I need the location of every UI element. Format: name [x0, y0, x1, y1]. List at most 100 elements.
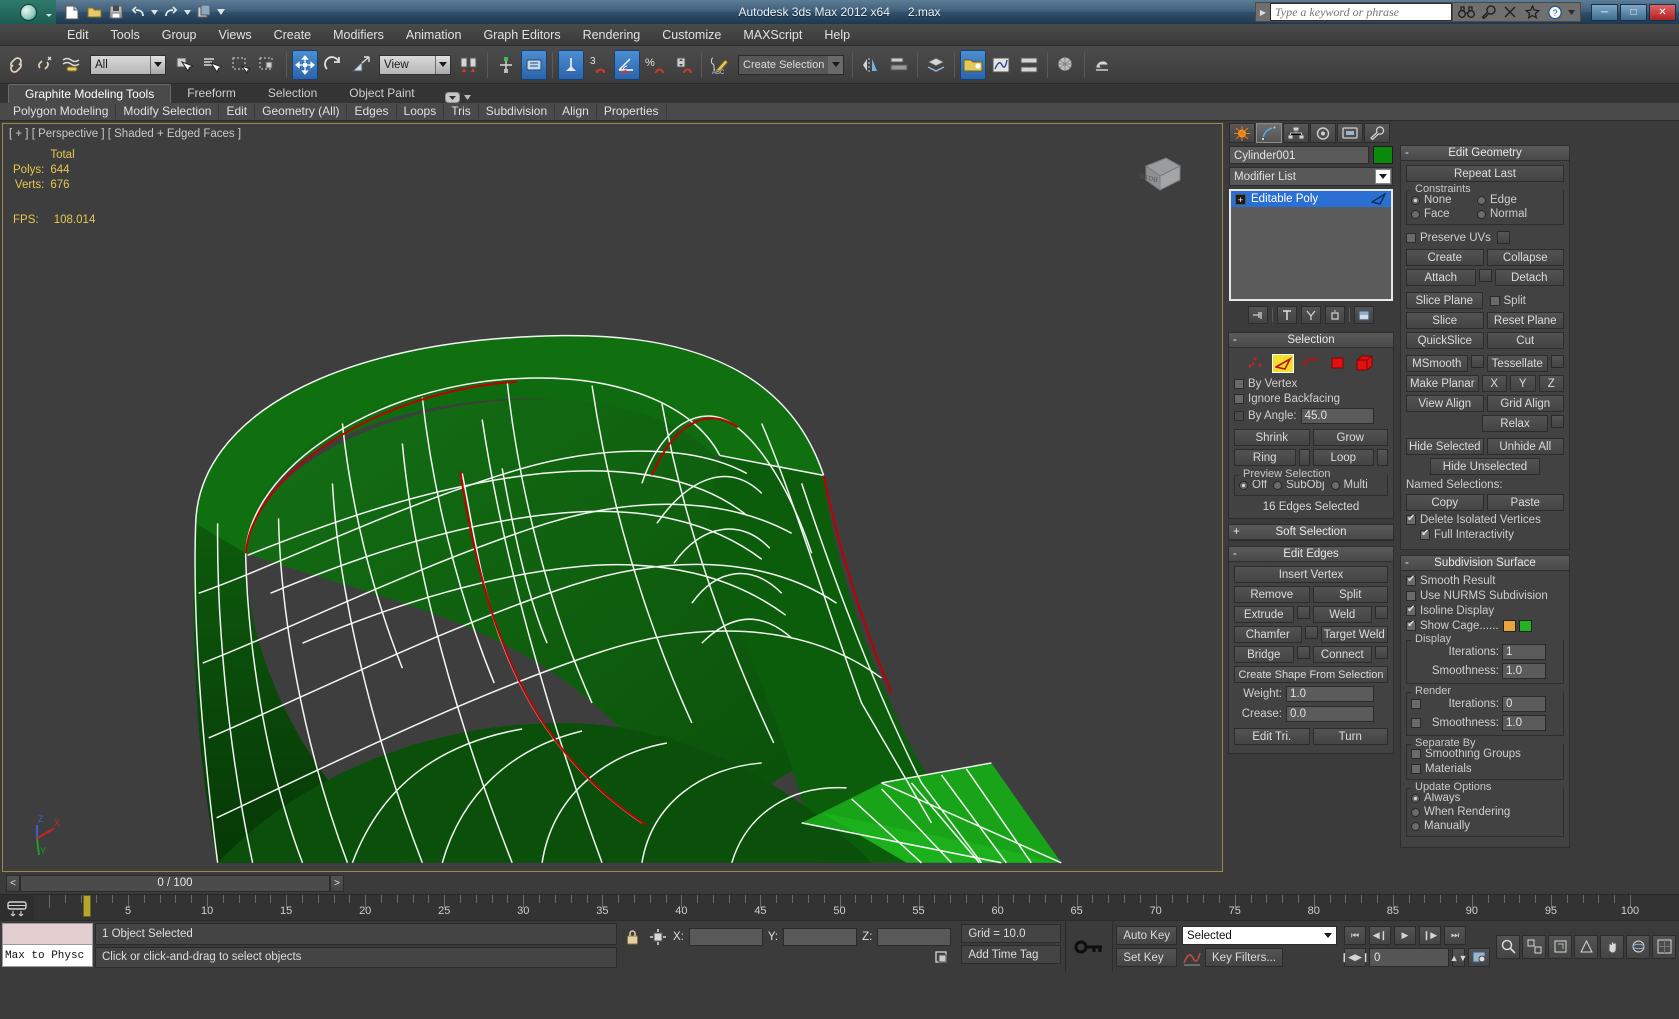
select-object-icon[interactable] [171, 50, 197, 80]
time-configuration-icon[interactable] [1468, 948, 1490, 967]
menu-item-maxscript[interactable]: MAXScript [732, 26, 813, 44]
edit-named-selection-icon[interactable]: ABC [707, 50, 733, 80]
relax-button[interactable]: Relax [1482, 415, 1548, 432]
ribbon-panel-polygon-modeling[interactable]: Polygon Modeling [6, 104, 117, 119]
preview-multi-radio-row[interactable]: Multi [1330, 479, 1368, 491]
preserve-uvs-checkbox[interactable] [1406, 232, 1416, 243]
key-mode-toggle-button[interactable]: ❙◀▶❙ [1341, 948, 1369, 967]
expand-icon[interactable]: + [1233, 526, 1240, 538]
z-field[interactable] [877, 928, 952, 946]
time-slider-thumb[interactable] [83, 895, 91, 917]
connect-settings-button[interactable] [1375, 646, 1388, 659]
constraint-face-row[interactable]: Face [1411, 208, 1467, 220]
pan-icon[interactable] [1600, 934, 1624, 959]
menu-item-edit[interactable]: Edit [56, 26, 100, 44]
preview-multi-radio[interactable] [1330, 480, 1340, 490]
menu-item-tools[interactable]: Tools [100, 26, 151, 44]
frame-spinner[interactable]: ▲▼ [1450, 948, 1467, 967]
grid-align-button[interactable]: Grid Align [1486, 395, 1564, 412]
binoculars-icon[interactable] [1457, 3, 1476, 21]
menu-item-animation[interactable]: Animation [395, 26, 473, 44]
extrude-settings-button[interactable] [1296, 606, 1310, 619]
bridge-button[interactable]: Bridge [1234, 646, 1294, 663]
repeat-last-button[interactable]: Repeat Last [1406, 165, 1564, 182]
ribbon-panel-modify-selection[interactable]: Modify Selection [116, 104, 220, 119]
ribbon-panel-align[interactable]: Align [555, 104, 597, 119]
undo-icon[interactable] [128, 2, 148, 22]
modifier-list-combo[interactable]: Modifier List [1229, 167, 1393, 186]
selection-filter-combo[interactable]: All [90, 54, 166, 75]
smooth-result-row[interactable]: Smooth Result [1406, 574, 1564, 587]
key-mode-toggle-icon[interactable] [931, 949, 951, 965]
remove-modifier-icon[interactable] [1325, 306, 1345, 324]
select-link-icon[interactable] [3, 50, 29, 80]
qat-dropdown-icon[interactable] [216, 2, 226, 22]
satellite-icon[interactable] [1501, 3, 1520, 21]
ring-button[interactable]: Ring [1234, 449, 1296, 466]
constraint-edge-radio[interactable] [1477, 195, 1486, 205]
use-nurms-checkbox[interactable] [1406, 591, 1416, 601]
cut-button[interactable]: Cut [1486, 332, 1564, 349]
key-filters-button[interactable]: Key Filters... [1205, 948, 1283, 967]
update-manually-radio[interactable] [1411, 821, 1420, 831]
target-weld-button[interactable]: Target Weld [1320, 626, 1388, 643]
utilities-tab-icon[interactable] [1364, 123, 1390, 143]
modifier-list-arrow-icon[interactable] [1375, 169, 1391, 184]
smooth-result-checkbox[interactable] [1406, 574, 1416, 586]
expand-icon[interactable]: + [1235, 193, 1246, 205]
weld-settings-button[interactable] [1375, 606, 1388, 619]
constraint-edge-row[interactable]: Edge [1477, 194, 1517, 206]
delete-isolated-row[interactable]: Delete Isolated Vertices [1406, 513, 1564, 526]
ribbon-panel-edges[interactable]: Edges [347, 104, 397, 119]
previous-frame-arrow[interactable]: < [6, 874, 20, 892]
msmooth-button[interactable]: MSmooth [1406, 355, 1468, 372]
slice-button[interactable]: Slice [1406, 312, 1484, 329]
show-cage-checkbox[interactable] [1406, 619, 1416, 631]
key-mode-combo[interactable]: Selected [1182, 926, 1337, 945]
select-by-name-icon[interactable] [199, 50, 225, 80]
crease-value[interactable]: 0.0 [1286, 706, 1374, 722]
tab-selection[interactable]: Selection [252, 84, 333, 103]
display-iterations-value[interactable]: 1 [1502, 644, 1546, 660]
star-icon[interactable] [1523, 3, 1542, 21]
hierarchy-tab-icon[interactable] [1283, 123, 1309, 143]
full-interactivity-checkbox[interactable] [1420, 528, 1430, 540]
redo-icon[interactable] [161, 2, 181, 22]
ribbon-minimize-control[interactable] [431, 92, 471, 103]
zoom-icon[interactable] [1496, 934, 1520, 959]
preserve-uvs-row[interactable]: Preserve UVs [1406, 231, 1564, 244]
constraint-normal-row[interactable]: Normal [1477, 208, 1527, 220]
tessellate-settings-button[interactable] [1551, 355, 1564, 368]
collapse-icon[interactable]: - [1405, 147, 1409, 159]
display-tab-icon[interactable] [1337, 123, 1363, 143]
use-nurms-row[interactable]: Use NURMS Subdivision [1406, 590, 1564, 602]
use-pivot-center-icon[interactable] [456, 50, 482, 80]
view-cube[interactable]: BOTTOM [1140, 152, 1184, 196]
stack-item-editable-poly[interactable]: + Editable Poly [1231, 191, 1391, 207]
chamfer-settings-button[interactable] [1304, 626, 1318, 639]
edit-edges-rollout-header[interactable]: - Edit Edges [1229, 547, 1393, 562]
border-icon[interactable] [1299, 354, 1321, 373]
remove-button[interactable]: Remove [1234, 586, 1310, 603]
render-smoothness-value[interactable]: 1.0 [1502, 715, 1546, 731]
search-box[interactable]: ▶ [1255, 2, 1453, 22]
edit-tri-button[interactable]: Edit Tri. [1234, 728, 1310, 745]
perspective-viewport[interactable]: [ + ] [ Perspective ] [ Shaded + Edged F… [2, 123, 1223, 872]
x-field[interactable] [688, 928, 763, 946]
constraint-none-radio[interactable] [1411, 195, 1420, 205]
tab-graphite-modeling-tools[interactable]: Graphite Modeling Tools [8, 84, 172, 103]
grow-button[interactable]: Grow [1312, 429, 1388, 446]
delete-isolated-checkbox[interactable] [1406, 513, 1416, 525]
app-menu-button[interactable] [0, 0, 56, 24]
constraint-normal-radio[interactable] [1477, 209, 1486, 219]
minimize-button[interactable]: ─ [1591, 3, 1618, 21]
window-crossing-icon[interactable] [255, 50, 281, 80]
ribbon-panel-loops[interactable]: Loops [397, 104, 445, 119]
pin-stack-icon[interactable] [1248, 306, 1268, 324]
make-planar-button[interactable]: Make Planar [1406, 375, 1479, 392]
shrink-button[interactable]: Shrink [1234, 429, 1310, 446]
update-when-rendering-radio[interactable] [1411, 807, 1420, 817]
create-shape-from-selection-button[interactable]: Create Shape From Selection [1234, 666, 1388, 683]
create-tab-icon[interactable] [1229, 123, 1255, 143]
preserve-uvs-settings-button[interactable] [1496, 231, 1510, 244]
